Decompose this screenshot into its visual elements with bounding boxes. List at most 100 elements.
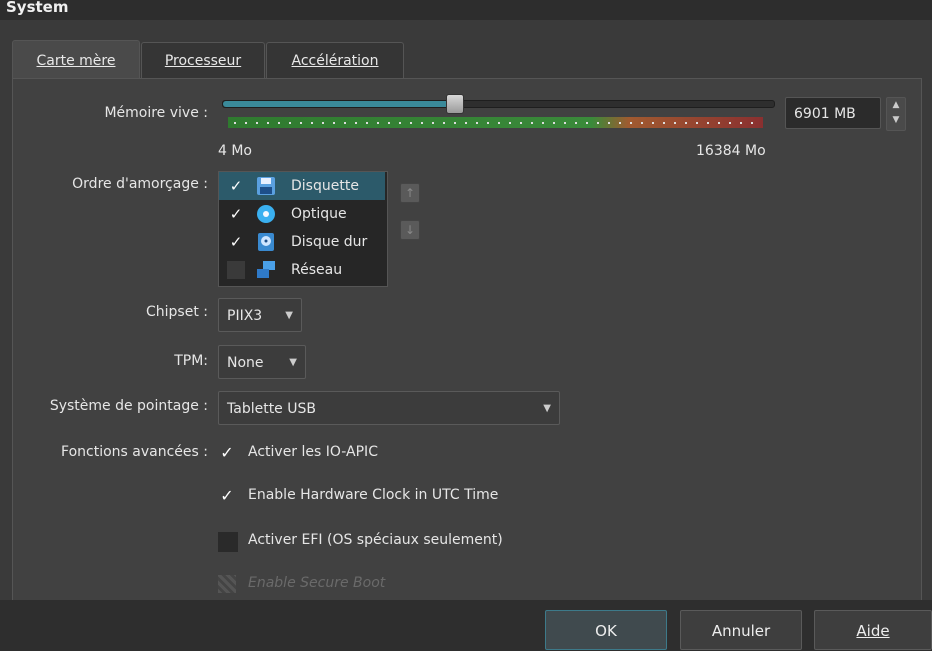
help-button[interactable]: Aide: [814, 610, 932, 650]
scale-tick: [498, 122, 500, 124]
boot-item-label: Réseau: [291, 262, 343, 278]
tab-label: Accélération: [291, 53, 379, 69]
scale-tick: [322, 122, 324, 124]
scale-tick: [267, 122, 269, 124]
chevron-down-icon: ▼: [289, 357, 297, 368]
scale-tick: [311, 122, 313, 124]
memory-label: Mémoire vive :: [104, 105, 208, 121]
scale-tick: [553, 122, 555, 124]
cancel-button[interactable]: Annuler: [680, 610, 802, 650]
scale-tick: [278, 122, 280, 124]
ok-button[interactable]: OK: [545, 610, 667, 650]
scale-tick: [608, 122, 610, 124]
scale-tick: [696, 122, 698, 124]
pointing-device-value: Tablette USB: [227, 401, 316, 417]
boot-order-list[interactable]: ✓ Disquette ✓ Optique ✓ Disque dur Résea…: [218, 171, 388, 287]
tab-carte-mere[interactable]: Carte mère: [12, 40, 140, 79]
scale-tick: [289, 122, 291, 124]
scale-tick: [234, 122, 236, 124]
scale-tick: [377, 122, 379, 124]
checkbox-checked[interactable]: ✓: [227, 177, 245, 195]
scale-tick: [542, 122, 544, 124]
tpm-value: None: [227, 355, 264, 371]
memory-max-label: 16384 Mo: [696, 143, 766, 159]
boot-item-reseau[interactable]: Réseau: [219, 256, 385, 284]
secure-boot-checkbox: [218, 575, 236, 593]
scale-tick: [476, 122, 478, 124]
network-icon: [257, 261, 275, 278]
optical-disc-icon: [257, 205, 275, 223]
tpm-label: TPM:: [174, 353, 208, 369]
scale-tick: [344, 122, 346, 124]
memory-spinbox[interactable]: 6901 MB: [785, 97, 881, 129]
chipset-select[interactable]: PIIX3 ▼: [218, 298, 302, 332]
tab-acceleration[interactable]: Accélération: [266, 42, 404, 79]
boot-item-disquette[interactable]: ✓ Disquette: [219, 172, 385, 200]
chevron-down-icon: ▼: [543, 403, 551, 414]
pointing-device-select[interactable]: Tablette USB ▼: [218, 391, 560, 425]
move-down-button[interactable]: ↓: [400, 220, 420, 240]
boot-item-label: Disquette: [291, 178, 359, 194]
memory-spin-buttons[interactable]: ▲ ▼: [886, 97, 906, 131]
advanced-features-label: Fonctions avancées :: [61, 444, 208, 460]
scale-tick: [388, 122, 390, 124]
boot-item-disque-dur[interactable]: ✓ Disque dur: [219, 228, 385, 256]
scale-tick: [509, 122, 511, 124]
scale-tick: [751, 122, 753, 124]
scale-tick: [454, 122, 456, 124]
scale-tick: [652, 122, 654, 124]
move-up-icon: ↑: [404, 186, 416, 200]
move-up-button[interactable]: ↑: [400, 183, 420, 203]
boot-order-label: Ordre d'amorçage :: [72, 176, 208, 192]
scale-tick: [333, 122, 335, 124]
tab-processeur[interactable]: Processeur: [141, 42, 265, 79]
utc-clock-label: Enable Hardware Clock in UTC Time: [248, 487, 499, 503]
scale-tick: [366, 122, 368, 124]
scale-tick: [531, 122, 533, 124]
checkbox-checked[interactable]: ✓: [227, 233, 245, 251]
memory-min-label: 4 Mo: [218, 143, 253, 159]
ioapic-checkbox[interactable]: ✓: [218, 444, 236, 462]
checkbox-checked[interactable]: ✓: [227, 205, 245, 223]
efi-label: Activer EFI (OS spéciaux seulement): [248, 532, 503, 548]
memory-slider-fill: [223, 101, 455, 107]
hard-disk-icon: [258, 233, 274, 251]
checkbox-unchecked[interactable]: [227, 261, 245, 279]
memory-range-scale: [228, 117, 763, 128]
move-down-icon: ↓: [404, 223, 416, 237]
scale-tick: [432, 122, 434, 124]
help-label: Aide: [856, 622, 890, 640]
spin-up-icon[interactable]: ▲: [887, 98, 905, 113]
scale-tick: [487, 122, 489, 124]
boot-item-label: Disque dur: [291, 234, 368, 250]
pointing-device-label: Système de pointage :: [49, 398, 208, 414]
scale-tick: [443, 122, 445, 124]
memory-slider-handle[interactable]: [446, 94, 464, 114]
chevron-down-icon: ▼: [285, 310, 293, 321]
scale-tick: [355, 122, 357, 124]
spin-down-icon[interactable]: ▼: [887, 113, 905, 128]
tab-panel: [12, 78, 922, 602]
scale-tick: [619, 122, 621, 124]
scale-tick: [663, 122, 665, 124]
utc-clock-checkbox[interactable]: ✓: [218, 487, 236, 505]
scale-tick: [729, 122, 731, 124]
scale-tick: [520, 122, 522, 124]
scale-tick: [740, 122, 742, 124]
scale-tick: [630, 122, 632, 124]
scale-tick: [256, 122, 258, 124]
secure-boot-label: Enable Secure Boot: [248, 575, 386, 591]
scale-tick: [718, 122, 720, 124]
scale-tick: [685, 122, 687, 124]
scale-tick: [707, 122, 709, 124]
boot-item-label: Optique: [291, 206, 347, 222]
scale-tick: [421, 122, 423, 124]
tpm-select[interactable]: None ▼: [218, 345, 306, 379]
scale-tick: [564, 122, 566, 124]
scale-tick: [641, 122, 643, 124]
boot-item-optique[interactable]: ✓ Optique: [219, 200, 385, 228]
tab-label: Processeur: [164, 53, 242, 69]
scale-tick: [575, 122, 577, 124]
chipset-label: Chipset :: [146, 304, 208, 320]
efi-checkbox[interactable]: [218, 532, 238, 552]
